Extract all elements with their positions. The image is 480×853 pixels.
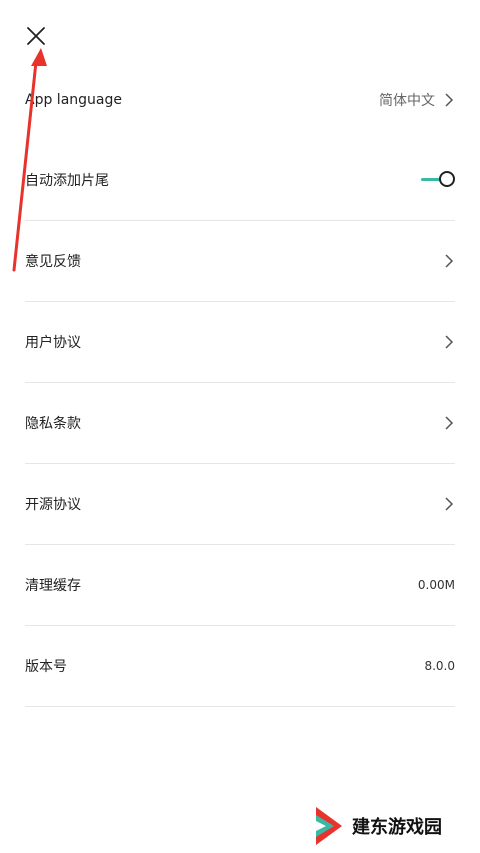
logo-mark-icon: [316, 807, 342, 845]
cache-size-value: 0.00M: [417, 578, 455, 592]
open-source-label: 开源协议: [25, 497, 81, 513]
chevron-right-icon: [443, 252, 455, 270]
version-value: 8.0.0: [424, 659, 455, 673]
toggle-knob: [439, 171, 455, 187]
chevron-right-icon: [443, 91, 455, 109]
watermark-text: 建东游戏园: [352, 817, 442, 838]
app-language-value: 简体中文: [379, 93, 435, 109]
version-row: 版本号 8.0.0: [25, 626, 455, 707]
clear-cache-label: 清理缓存: [25, 578, 81, 594]
feedback-row[interactable]: 意见反馈: [25, 221, 455, 302]
chevron-right-icon: [443, 333, 455, 351]
app-language-label: App language: [25, 92, 122, 108]
settings-list: App language 简体中文 自动添加片尾 意见反馈 用户协议 隐私条款: [25, 60, 455, 707]
auto-outro-toggle[interactable]: [421, 170, 455, 190]
auto-outro-row: 自动添加片尾: [25, 140, 455, 221]
user-agreement-row[interactable]: 用户协议: [25, 302, 455, 383]
close-button[interactable]: [22, 22, 50, 50]
user-agreement-label: 用户协议: [25, 335, 81, 351]
feedback-label: 意见反馈: [25, 254, 81, 270]
chevron-right-icon: [443, 495, 455, 513]
close-icon: [27, 27, 45, 45]
clear-cache-row[interactable]: 清理缓存 0.00M: [25, 545, 455, 626]
app-language-right: 简体中文: [379, 90, 455, 110]
app-language-row[interactable]: App language 简体中文: [25, 60, 455, 140]
privacy-label: 隐私条款: [25, 416, 81, 432]
version-label: 版本号: [25, 659, 67, 675]
auto-outro-label: 自动添加片尾: [25, 173, 109, 189]
open-source-row[interactable]: 开源协议: [25, 464, 455, 545]
privacy-row[interactable]: 隐私条款: [25, 383, 455, 464]
chevron-right-icon: [443, 414, 455, 432]
watermark-logo: 建东游戏园: [312, 804, 462, 848]
